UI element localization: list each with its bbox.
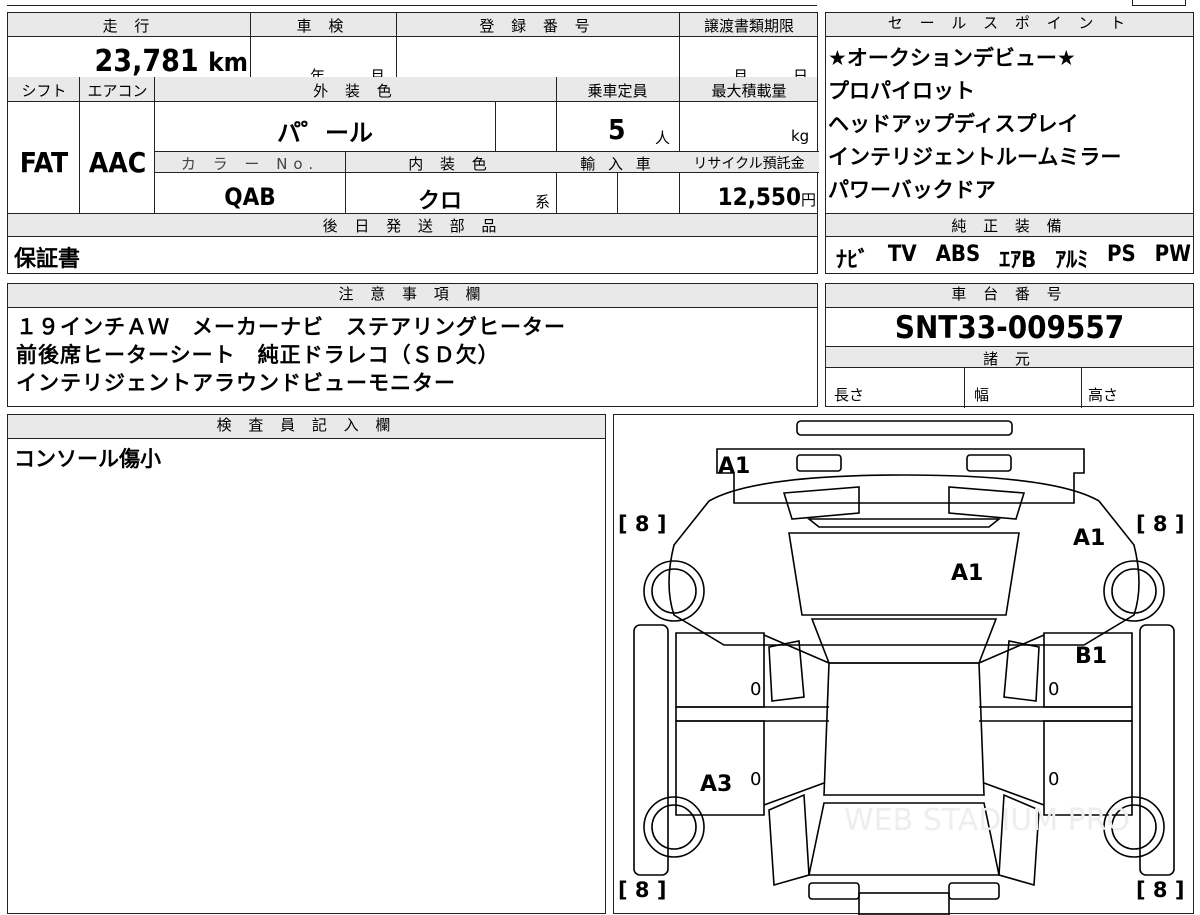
zero-mark: 0 (750, 679, 761, 700)
specs-label: 諸 元 (983, 350, 1036, 368)
exterior-color-value: パ゜ール (277, 119, 373, 147)
chassis-box: 車 台 番 号 SNT33-009557 諸 元 長さ 幅 高さ (825, 283, 1194, 408)
note-line: １９インチＡＷ メーカーナビ ステアリングヒーター (16, 315, 566, 339)
note-line: 前後席ヒーターシート 純正ドラレコ（ＳＤ欠） (16, 343, 500, 367)
equip-alloy: ｱﾙﾐ (1055, 248, 1089, 273)
note-line: インテリジェントアラウンドビューモニター (16, 371, 456, 395)
recycle-amount: 12,550 (717, 183, 801, 211)
genuine-equipment-label: 純 正 装 備 (951, 217, 1068, 235)
height-label: 高さ (1088, 386, 1119, 404)
equip-navi: ﾅﾋﾞ (836, 248, 870, 273)
transfer-docs-label: 譲渡書類期限 (703, 17, 794, 35)
import-label: 輸 入 車 (580, 155, 655, 173)
tire-mark-front-right: [ 8 ] (1136, 512, 1184, 536)
equip-tv: TV (887, 242, 917, 267)
vehicle-info-table: 走 行 車 検 登 録 番 号 譲渡書類期限 23,781 km 年 月 月 日… (7, 12, 819, 274)
damage-mark-front-bumper: A1 (718, 454, 750, 479)
tire-mark-front-left: [ 8 ] (618, 512, 666, 536)
mileage-label: 走 行 (102, 17, 156, 35)
interior-color-suffix: 系 (535, 193, 551, 211)
inspector-box: 検 査 員 記 入 欄 コンソール傷小 (7, 414, 606, 914)
mileage-number: 23,781 (94, 44, 199, 79)
inspection-label: 車 検 (296, 17, 350, 35)
damage-mark-left-rear-door: A3 (700, 772, 732, 797)
inspector-comment: コンソール傷小 (14, 447, 161, 471)
capacity-unit: 人 (655, 129, 671, 147)
later-parts-value: 保証書 (14, 247, 81, 272)
mileage-value: 23,781 km (8, 44, 248, 79)
damage-mark-front-right-fender: A1 (1073, 526, 1105, 551)
damage-diagram: [ 8 ] [ 8 ] [ 8 ] [ 8 ] A1 A1 A1 B1 A3 0… (613, 414, 1194, 915)
recycle-unit: 円 (800, 191, 816, 209)
capacity-label: 乗車定員 (587, 82, 648, 100)
recycle-value: 12,550円 (679, 183, 816, 211)
zero-mark: 0 (750, 769, 761, 790)
exterior-color-label: 外 装 色 (313, 82, 398, 100)
car-diagram-svg: [ 8 ] [ 8 ] [ 8 ] [ 8 ] A1 A1 A1 B1 A3 0… (618, 420, 1184, 915)
color-no-value: QAB (224, 183, 276, 211)
damage-mark-hood: A1 (951, 561, 983, 586)
sales-point-item: ★オークションデビュー★ (828, 46, 1076, 70)
top-clipped-strip (0, 0, 1200, 6)
equip-ps: PS (1106, 242, 1136, 267)
max-load-label: 最大積載量 (711, 82, 787, 100)
chassis-label: 車 台 番 号 (826, 284, 1193, 308)
capacity-value: 5 (608, 113, 626, 146)
ac-label: エアコン (87, 82, 148, 100)
sales-point-item: ヘッドアップディスプレイ (828, 112, 1079, 136)
inspector-label: 検 査 員 記 入 欄 (8, 415, 605, 439)
equip-abs: ABS (935, 242, 981, 267)
zero-mark: 0 (1048, 769, 1059, 790)
recycle-label: リサイクル預託金 (693, 156, 805, 172)
mileage-unit: km (208, 48, 248, 78)
sales-points-box: セ ー ル ス ポ イ ン ト ★オークションデビュー★ プロパイロット ヘッド… (825, 12, 1194, 274)
equip-pw: PW (1154, 242, 1191, 267)
later-parts-label: 後 日 発 送 部 品 (322, 217, 503, 235)
shift-label: シフト (21, 82, 67, 100)
zero-mark: 0 (1048, 679, 1059, 700)
color-no-label: カ ラ ー No. (180, 155, 320, 173)
sales-point-item: プロパイロット (828, 79, 975, 103)
damage-mark-right-front-door: B1 (1075, 644, 1107, 669)
chassis-number: SNT33-009557 (894, 310, 1125, 346)
notes-label: 注 意 事 項 欄 (8, 284, 817, 308)
interior-color-label: 内 装 色 (408, 155, 493, 173)
watermark: WEB STADIUM PRO (844, 803, 1130, 838)
max-load-unit: kg (791, 127, 810, 145)
notes-box: 注 意 事 項 欄 １９インチＡＷ メーカーナビ ステアリングヒーター 前後席ヒ… (7, 283, 818, 407)
sales-points-list: ★オークションデビュー★ プロパイロット ヘッドアップディスプレイ インテリジェ… (828, 42, 1188, 207)
registration-label: 登 録 番 号 (479, 17, 596, 35)
tire-mark-rear-left: [ 8 ] (618, 878, 666, 902)
width-label: 幅 (974, 386, 990, 404)
sales-points-label: セ ー ル ス ポ イ ン ト (826, 13, 1193, 37)
tire-mark-rear-right: [ 8 ] (1136, 878, 1184, 902)
shift-value: FAT (19, 146, 69, 179)
interior-color-value: クロ (417, 189, 462, 214)
equip-airbag: ｴｱB (999, 248, 1037, 273)
sales-point-item: インテリジェントルームミラー (828, 145, 1122, 169)
ac-value: AAC (88, 146, 147, 179)
notes-lines: １９インチＡＷ メーカーナビ ステアリングヒーター 前後席ヒーターシート 純正ド… (16, 313, 566, 397)
genuine-equipment-list: ﾅﾋﾞ TV ABS ｴｱB ｱﾙﾐ PS PW (836, 242, 1191, 274)
sales-point-item: パワーバックドア (828, 178, 996, 202)
length-label: 長さ (834, 386, 865, 404)
